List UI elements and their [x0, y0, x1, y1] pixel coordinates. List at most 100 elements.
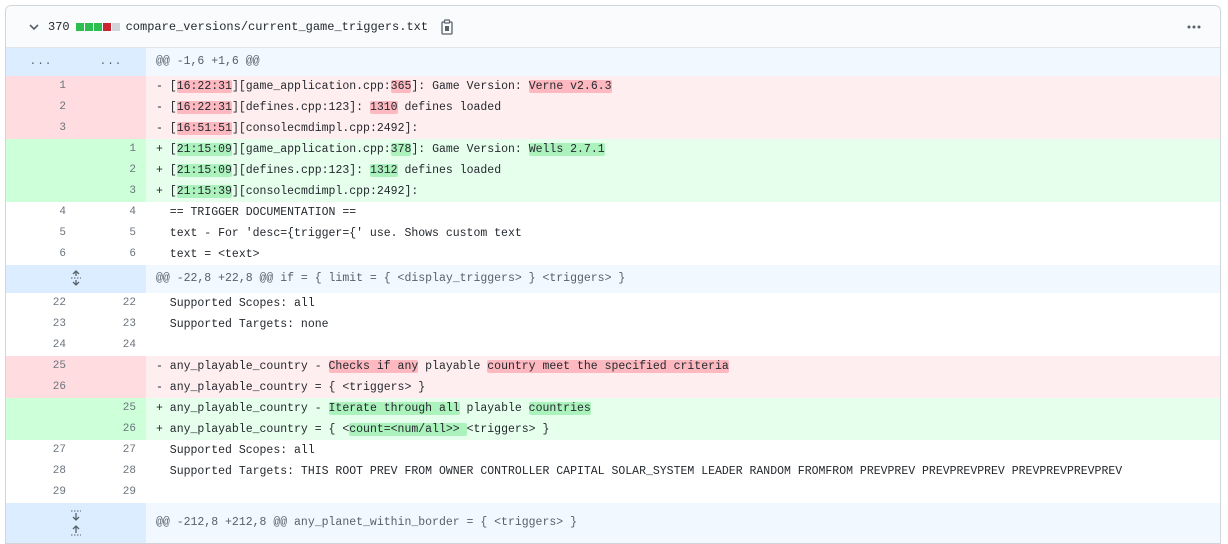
old-line-number[interactable]: 2 — [6, 97, 76, 118]
added-line-row: 3 + [21:15:39][consolecmdimpl.cpp:2492]: — [6, 181, 1220, 202]
code-line: + any_playable_country = { <count=<num/a… — [146, 419, 1220, 440]
changed-text-highlight: Wells 2.7.1 — [528, 143, 605, 156]
hunk-expand-right[interactable]: ... — [76, 48, 146, 76]
hunk-header-text: @@ -1,6 +1,6 @@ — [146, 48, 1220, 76]
old-line-number[interactable] — [6, 139, 76, 160]
new-line-number[interactable]: 27 — [76, 440, 146, 461]
code-text: - any_playable_country = { <triggers> } — [156, 381, 426, 394]
expand-context-button[interactable] — [6, 503, 146, 543]
old-line-number[interactable]: 22 — [6, 293, 76, 314]
code-line: - [16:22:31][game_application.cpp:365]: … — [146, 76, 1220, 97]
new-line-number[interactable]: 28 — [76, 461, 146, 482]
old-line-number[interactable]: 4 — [6, 202, 76, 223]
changed-text-highlight: country meet the specified criteria — [487, 360, 729, 373]
old-line-number[interactable] — [6, 398, 76, 419]
code-text: + [ — [156, 185, 177, 198]
context-line-row: 55 text - For 'desc={trigger={' use. Sho… — [6, 223, 1220, 244]
diff-table: ... ... @@ -1,6 +1,6 @@ 1- [16:22:31][ga… — [6, 48, 1220, 543]
changed-text-highlight: 16:51:51 — [176, 122, 232, 135]
old-line-number[interactable]: 28 — [6, 461, 76, 482]
unfold-icon[interactable] — [69, 270, 83, 287]
new-line-number[interactable]: 22 — [76, 293, 146, 314]
code-text: + any_playable_country = { < — [156, 423, 350, 436]
deleted-line-row: 25 - any_playable_country - Checks if any… — [6, 356, 1220, 377]
changed-text-highlight: Iterate through all — [328, 402, 460, 415]
change-count: 370 — [48, 19, 70, 34]
chevron-down-icon[interactable] — [28, 21, 40, 33]
context-line-row: 22 22 Supported Scopes: all — [6, 293, 1220, 314]
code-text: Supported Targets: none — [156, 318, 329, 331]
new-line-number[interactable]: 6 — [76, 244, 146, 265]
changed-text-highlight: 16:22:31 — [176, 80, 232, 93]
code-text: ][game_application.cpp: — [231, 80, 391, 93]
hunk-header-row: ... ... @@ -1,6 +1,6 @@ — [6, 48, 1220, 76]
new-line-number[interactable] — [76, 97, 146, 118]
new-line-number[interactable]: 2 — [76, 160, 146, 181]
new-line-number[interactable]: 25 — [76, 398, 146, 419]
hunk-expand-left[interactable]: ... — [6, 48, 76, 76]
copy-icon[interactable] — [440, 18, 454, 35]
old-line-number[interactable]: 29 — [6, 482, 76, 503]
code-text: playable — [459, 402, 529, 415]
old-line-number[interactable]: 23 — [6, 314, 76, 335]
new-line-number[interactable] — [76, 76, 146, 97]
code-line: - [16:51:51][consolecmdimpl.cpp:2492]: — [146, 118, 1220, 139]
old-line-number[interactable]: 24 — [6, 335, 76, 356]
hunk-header-text: @@ -22,8 +22,8 @@ if = { limit = { <disp… — [146, 265, 1220, 293]
changed-text-highlight: 365 — [390, 80, 412, 93]
hunk-header-row: @@ -22,8 +22,8 @@ if = { limit = { <disp… — [6, 265, 1220, 293]
diffstat-block — [93, 22, 102, 31]
code-text: ][defines.cpp:123]: — [231, 164, 370, 177]
new-line-number[interactable]: 26 — [76, 419, 146, 440]
changed-text-highlight: 21:15:09 — [176, 143, 232, 156]
new-line-number[interactable]: 3 — [76, 181, 146, 202]
new-line-number[interactable] — [76, 356, 146, 377]
old-line-number[interactable]: 5 — [6, 223, 76, 244]
expand-down-icon[interactable] — [69, 509, 83, 523]
context-line-row: 44 == TRIGGER DOCUMENTATION == — [6, 202, 1220, 223]
code-line: - any_playable_country - Checks if any p… — [146, 356, 1220, 377]
old-line-number[interactable] — [6, 419, 76, 440]
new-line-number[interactable]: 4 — [76, 202, 146, 223]
code-line: == TRIGGER DOCUMENTATION == — [146, 202, 1220, 223]
old-line-number[interactable] — [6, 181, 76, 202]
old-line-number[interactable]: 25 — [6, 356, 76, 377]
new-line-number[interactable]: 23 — [76, 314, 146, 335]
code-text: - [ — [156, 80, 177, 93]
new-line-number[interactable]: 1 — [76, 139, 146, 160]
added-line-row: 25 + any_playable_country - Iterate throu… — [6, 398, 1220, 419]
code-text: + [ — [156, 143, 177, 156]
more-options-icon[interactable] — [1186, 19, 1202, 35]
context-line-row: 24 24 — [6, 335, 1220, 356]
changed-text-highlight: 378 — [390, 143, 412, 156]
code-line: + [21:15:09][defines.cpp:123]: 1312 defi… — [146, 160, 1220, 181]
new-line-number[interactable]: 5 — [76, 223, 146, 244]
expand-context-button[interactable] — [6, 265, 146, 293]
code-line: Supported Scopes: all — [146, 440, 1220, 461]
old-line-number[interactable]: 6 — [6, 244, 76, 265]
diffstat-block — [75, 22, 84, 31]
added-line-row: 2 + [21:15:09][defines.cpp:123]: 1312 def… — [6, 160, 1220, 181]
old-line-number[interactable]: 26 — [6, 377, 76, 398]
new-line-number[interactable] — [76, 377, 146, 398]
code-line: text - For 'desc={trigger={' use. Shows … — [146, 223, 1220, 244]
code-line: + any_playable_country - Iterate through… — [146, 398, 1220, 419]
old-line-number[interactable]: 27 — [6, 440, 76, 461]
new-line-number[interactable]: 24 — [76, 335, 146, 356]
changed-text-highlight: 21:15:39 — [176, 185, 232, 198]
old-line-number[interactable]: 1 — [6, 76, 76, 97]
file-name[interactable]: compare_versions/current_game_triggers.t… — [126, 20, 428, 34]
code-line — [146, 482, 1220, 503]
old-line-number[interactable]: 3 — [6, 118, 76, 139]
context-line-row: 28 28 Supported Targets: THIS ROOT PREV F… — [6, 461, 1220, 482]
new-line-number[interactable]: 29 — [76, 482, 146, 503]
changed-text-highlight: 1312 — [369, 164, 398, 177]
changed-text-highlight: 16:22:31 — [176, 101, 232, 114]
added-line-row: 26 + any_playable_country = { <count=<num… — [6, 419, 1220, 440]
old-line-number[interactable] — [6, 160, 76, 181]
changed-text-highlight: count=<num/all>> — [349, 423, 467, 436]
code-text: - any_playable_country - — [156, 360, 329, 373]
code-text: defines loaded — [397, 101, 502, 114]
expand-up-icon[interactable] — [69, 523, 83, 537]
new-line-number[interactable] — [76, 118, 146, 139]
